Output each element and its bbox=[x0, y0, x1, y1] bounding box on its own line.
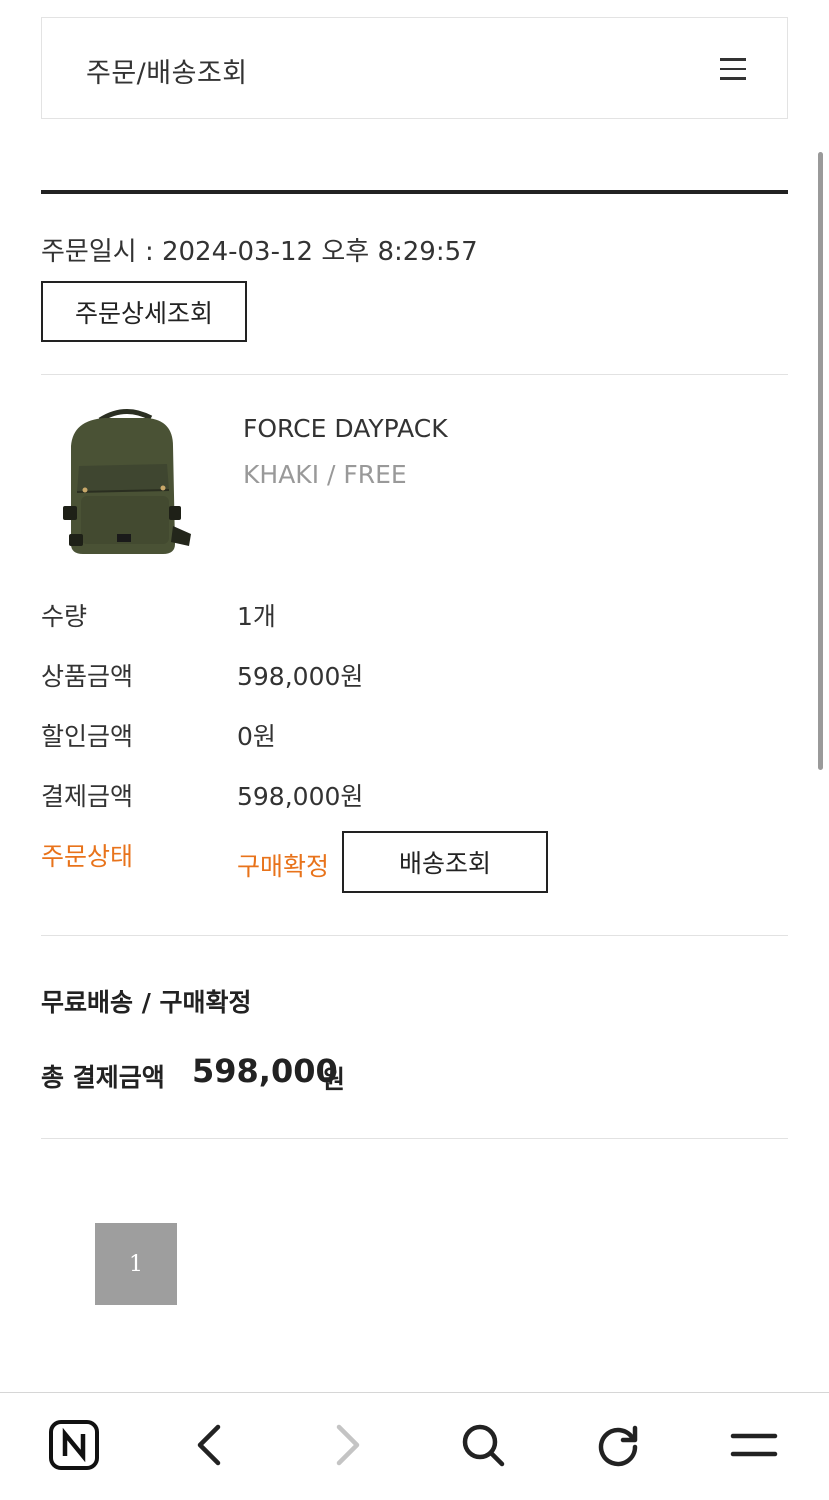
total-label: 총 결제금액 bbox=[41, 1063, 165, 1092]
discount-label: 할인금액 bbox=[41, 722, 134, 751]
divider bbox=[41, 1138, 788, 1139]
naver-home-icon[interactable] bbox=[44, 1415, 104, 1475]
browser-bottom-nav bbox=[0, 1392, 829, 1500]
payment-value: 598,000원 bbox=[237, 782, 364, 811]
quantity-label: 수량 bbox=[41, 602, 88, 631]
order-date: 주문일시 : 2024-03-12 오후 8:29:57 bbox=[41, 237, 478, 267]
product-price-value: 598,000원 bbox=[237, 662, 364, 691]
tracking-button[interactable]: 배송조회 bbox=[342, 831, 548, 893]
scrollbar[interactable] bbox=[818, 152, 823, 770]
payment-label: 결제금액 bbox=[41, 782, 134, 811]
order-status-value: 구매확정 bbox=[237, 852, 330, 881]
section-divider bbox=[41, 190, 788, 194]
forward-icon[interactable] bbox=[317, 1415, 377, 1475]
order-status-label: 주문상태 bbox=[41, 842, 134, 871]
search-icon[interactable] bbox=[453, 1415, 513, 1475]
back-icon[interactable] bbox=[180, 1415, 240, 1475]
refresh-icon[interactable] bbox=[588, 1415, 648, 1475]
product-image[interactable] bbox=[55, 406, 195, 558]
order-detail-button[interactable]: 주문상세조회 bbox=[41, 281, 247, 342]
page-title: 주문/배송조회 bbox=[86, 58, 248, 89]
total-amount: 598,000 bbox=[192, 1052, 338, 1090]
product-price-label: 상품금액 bbox=[41, 662, 134, 691]
summary-title: 무료배송 / 구매확정 bbox=[41, 988, 252, 1017]
discount-value: 0원 bbox=[237, 722, 276, 751]
quantity-value: 1개 bbox=[237, 602, 276, 631]
pagination-page-1[interactable]: 1 bbox=[95, 1223, 177, 1305]
total-unit: 원 bbox=[322, 1065, 346, 1094]
menu-icon[interactable] bbox=[724, 1415, 784, 1475]
hamburger-icon[interactable] bbox=[720, 58, 746, 80]
page-header: 주문/배송조회 bbox=[41, 17, 788, 119]
product-name[interactable]: FORCE DAYPACK bbox=[243, 414, 448, 443]
divider bbox=[41, 374, 788, 375]
backpack-image bbox=[63, 409, 191, 554]
product-option: KHAKI / FREE bbox=[243, 460, 407, 489]
divider bbox=[41, 935, 788, 936]
